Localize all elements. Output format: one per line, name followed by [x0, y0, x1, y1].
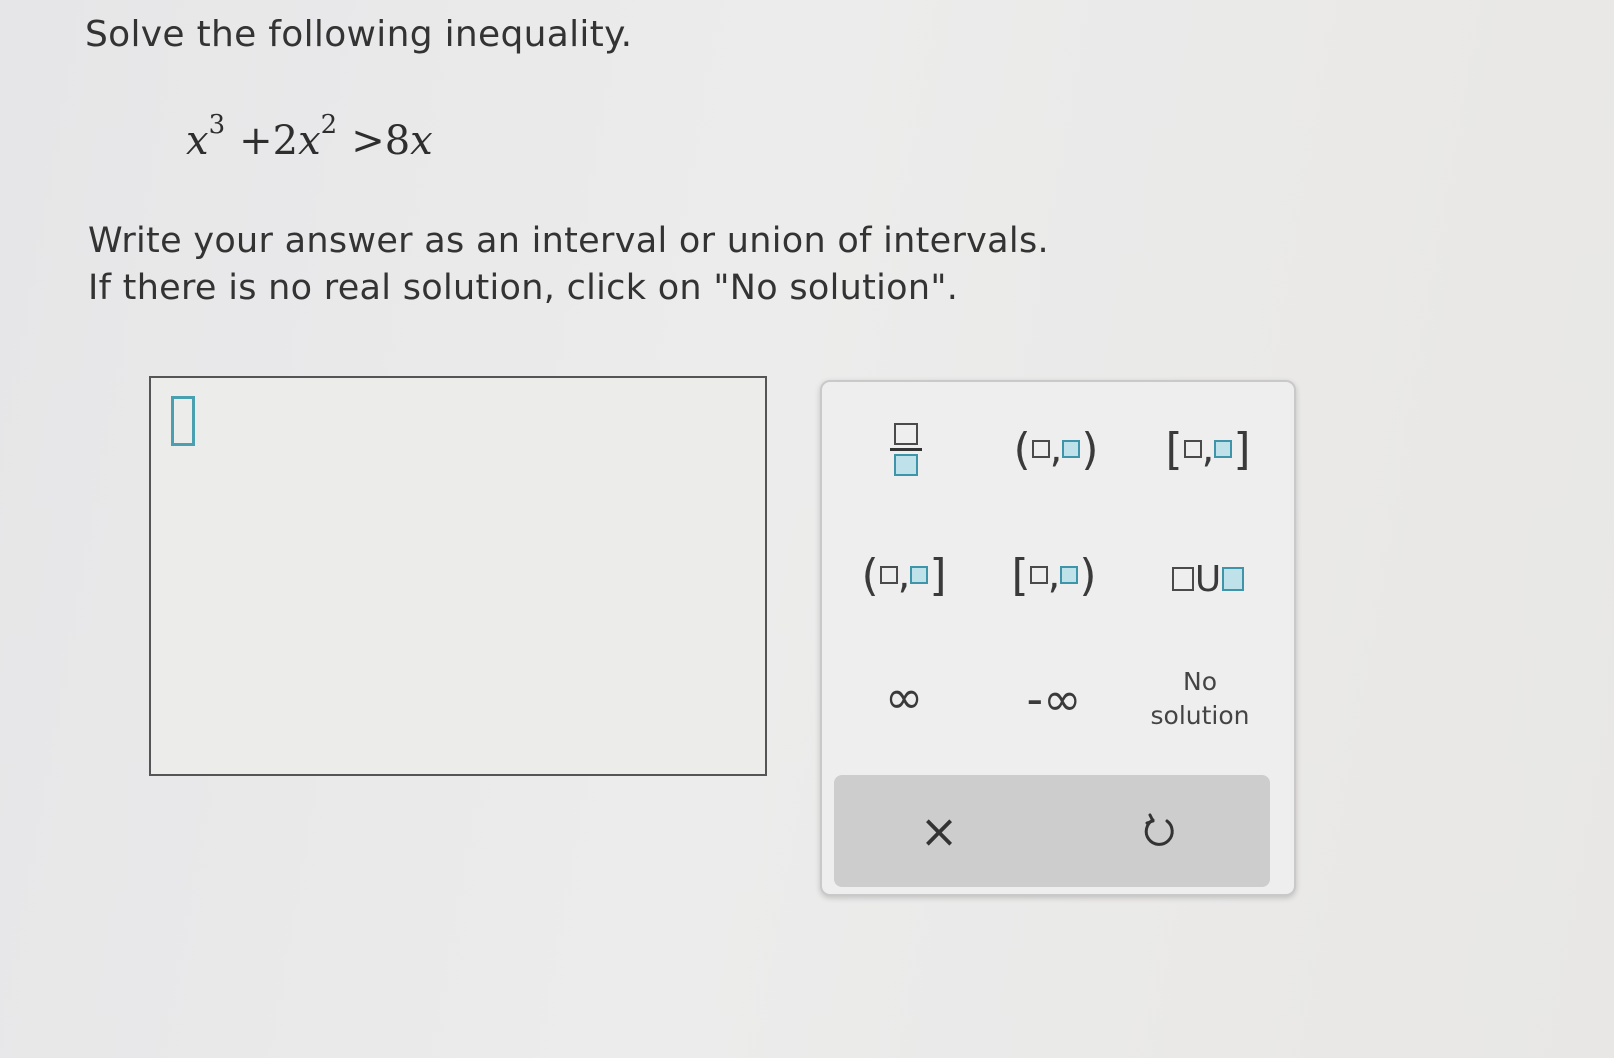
key-symbol: [: [1011, 549, 1029, 601]
inequality-expression: x3 +2x2 >8x: [186, 110, 433, 164]
key-symbol: ): [1081, 423, 1099, 475]
instructions: Write your answer as an interval or unio…: [88, 218, 1049, 312]
right-open-interval-button[interactable]: [,): [984, 530, 1124, 620]
question-prompt: Solve the following inequality.: [85, 14, 633, 55]
left-open-interval-icon: (,]: [861, 550, 946, 601]
no-solution-label: No solution: [1151, 665, 1250, 733]
key-symbol: (: [1013, 423, 1031, 475]
undo-button[interactable]: [1099, 789, 1219, 873]
clear-button[interactable]: ×: [879, 789, 999, 873]
left-open-interval-button[interactable]: (,]: [834, 530, 974, 620]
key-symbol: ,: [1047, 552, 1061, 598]
union-icon: U: [1171, 559, 1245, 600]
closed-interval-icon: [,]: [1165, 424, 1250, 475]
answer-cursor-placeholder[interactable]: [171, 396, 195, 446]
fraction-button[interactable]: [836, 404, 976, 494]
no-solution-button[interactable]: No solution: [1130, 654, 1270, 744]
math-keypad: (,) [,] (,] [,) U ∞ -∞ No solution ×: [820, 380, 1296, 896]
eq-var-2: x: [298, 118, 321, 164]
open-interval-icon: (,): [1013, 424, 1098, 475]
closed-interval-button[interactable]: [,]: [1138, 404, 1278, 494]
eq-operator: >: [351, 118, 385, 164]
key-symbol: ,: [897, 552, 911, 598]
close-icon: ×: [919, 804, 959, 858]
key-symbol: ,: [1049, 426, 1063, 472]
union-button[interactable]: U: [1138, 534, 1278, 624]
fraction-icon: [890, 422, 922, 476]
negative-infinity-button[interactable]: -∞: [984, 654, 1124, 744]
key-symbol: ): [1079, 549, 1097, 601]
instructions-line-1: Write your answer as an interval or unio…: [88, 221, 1049, 261]
key-symbol: ]: [929, 549, 947, 601]
eq-var-1: x: [186, 118, 209, 164]
key-symbol: ,: [1201, 426, 1215, 472]
open-interval-button[interactable]: (,): [986, 404, 1126, 494]
eq-exp-3: 3: [208, 110, 226, 140]
eq-var-3: x: [410, 118, 433, 164]
keypad-action-bar: ×: [834, 775, 1270, 887]
eq-rhs-coef: 8: [384, 118, 411, 164]
answer-input-area[interactable]: [149, 376, 767, 776]
negative-infinity-icon: -∞: [1026, 672, 1082, 726]
no-solution-line-2: solution: [1150, 701, 1250, 730]
key-symbol: (: [861, 549, 879, 601]
undo-icon: [1144, 813, 1174, 846]
eq-plus-term: +2: [239, 118, 299, 164]
infinity-button[interactable]: ∞: [834, 652, 974, 742]
key-symbol: U: [1194, 558, 1222, 600]
instructions-line-2: If there is no real solution, click on "…: [88, 268, 959, 308]
eq-exp-2: 2: [320, 110, 338, 140]
no-solution-line-1: No: [1183, 667, 1217, 696]
infinity-icon: ∞: [884, 670, 924, 724]
right-open-interval-icon: [,): [1011, 550, 1096, 601]
key-symbol: [: [1165, 423, 1183, 475]
key-symbol: ]: [1233, 423, 1251, 475]
